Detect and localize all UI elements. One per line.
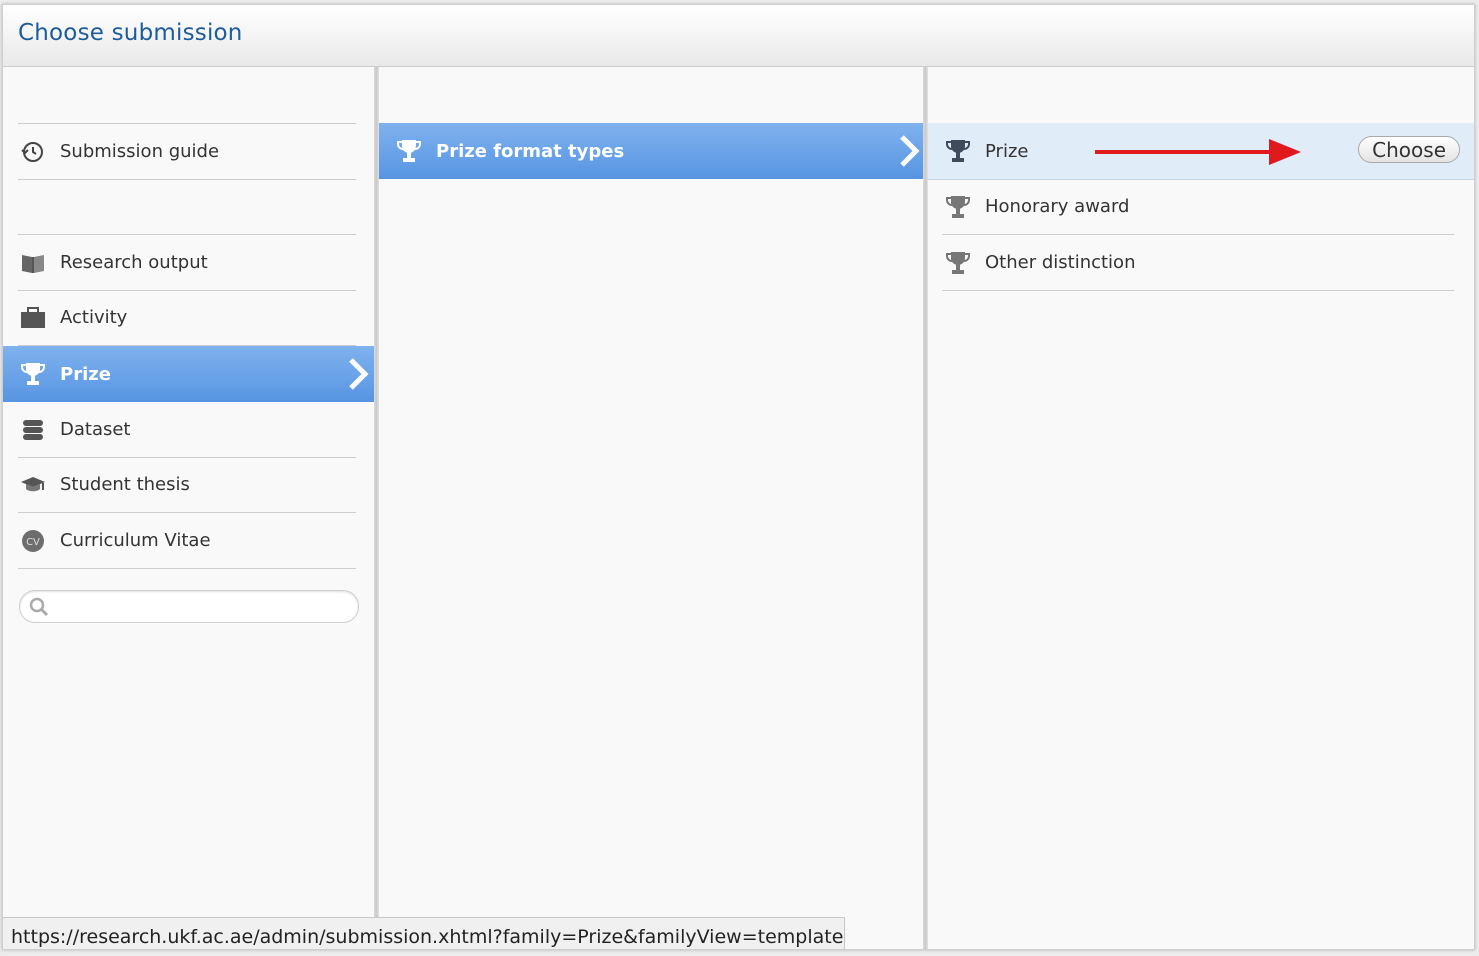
sidebar-item-label: Submission guide — [60, 141, 220, 162]
template-item-label: Honorary award — [985, 196, 1130, 217]
sidebar-item-dataset[interactable]: Dataset — [18, 402, 356, 458]
trophy-icon — [944, 193, 972, 221]
sidebar-item-label: Research output — [60, 252, 208, 273]
template-item-prize[interactable]: Prize Choose — [928, 123, 1474, 180]
search-icon — [29, 597, 49, 616]
template-item-label: Other distinction — [985, 252, 1136, 273]
sidebar-item-label: Prize — [60, 363, 111, 385]
sidebar-item-label: Activity — [60, 307, 128, 328]
history-icon — [19, 138, 47, 166]
search-input[interactable] — [55, 596, 349, 617]
cv-icon: CV — [19, 527, 47, 555]
sidebar-item-activity[interactable]: Activity — [18, 290, 356, 346]
sidebar-item-prize[interactable]: Prize — [3, 346, 377, 402]
book-icon — [19, 249, 47, 277]
svg-text:CV: CV — [26, 537, 40, 548]
format-item-label: Prize format types — [436, 140, 625, 162]
graduation-cap-icon — [19, 471, 47, 499]
sidebar-item-student-thesis[interactable]: Student thesis — [18, 457, 356, 513]
trophy-icon — [944, 137, 972, 165]
choose-button[interactable]: Choose — [1358, 136, 1460, 163]
trophy-icon — [19, 360, 47, 388]
chevron-right-icon — [900, 135, 920, 167]
sidebar-item-label: Curriculum Vitae — [60, 530, 211, 551]
family-column: Submission guide Research output Activit… — [3, 67, 377, 949]
template-column: Prize Choose Honorary award Other distin… — [928, 67, 1474, 949]
sidebar-item-label: Student thesis — [60, 474, 190, 495]
trophy-icon — [395, 137, 423, 165]
chevron-right-icon — [349, 358, 369, 390]
search-field[interactable] — [19, 590, 359, 623]
dialog-title: Choose submission — [18, 20, 243, 46]
template-item-label: Prize — [985, 140, 1029, 162]
database-icon — [19, 416, 47, 444]
format-item-prize-format-types[interactable]: Prize format types — [379, 123, 928, 179]
template-item-honorary-award[interactable]: Honorary award — [942, 179, 1454, 235]
red-arrow-annotation — [1095, 139, 1301, 165]
template-item-other-distinction[interactable]: Other distinction — [942, 235, 1454, 291]
sidebar-item-research-output[interactable]: Research output — [18, 234, 356, 291]
dialog-header: Choose submission — [3, 5, 1474, 67]
briefcase-icon — [19, 304, 47, 332]
trophy-icon — [944, 249, 972, 277]
sidebar-item-submission-guide[interactable]: Submission guide — [18, 123, 356, 180]
format-column: Prize format types — [379, 67, 928, 949]
sidebar-item-curriculum-vitae[interactable]: CV Curriculum Vitae — [18, 513, 356, 569]
browser-status-bar: https://research.ukf.ac.ae/admin/submiss… — [3, 917, 845, 949]
sidebar-item-label: Dataset — [60, 419, 131, 440]
choose-submission-dialog: Choose submission Submission guide Resea… — [2, 4, 1475, 950]
